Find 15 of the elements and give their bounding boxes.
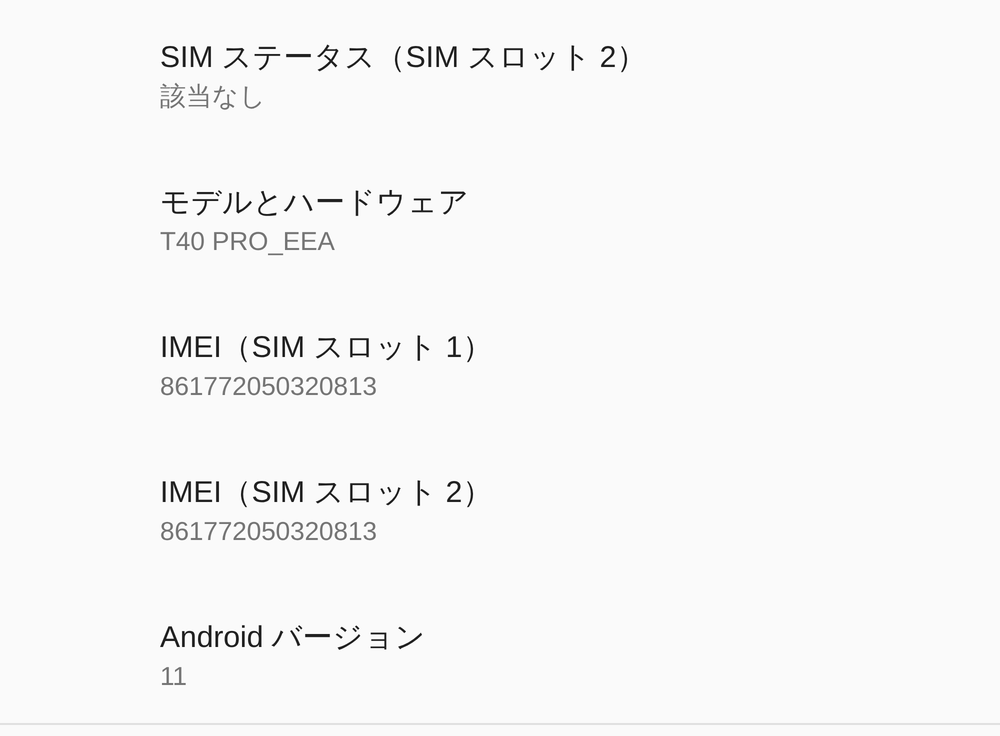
item-title: Android バージョン bbox=[160, 620, 426, 656]
settings-item[interactable]: IMEI（SIM スロット 2） 861772050320813 bbox=[0, 439, 1000, 584]
settings-item[interactable]: Android バージョン 11 bbox=[0, 584, 1000, 729]
item-summary: T40 PRO_EEA bbox=[160, 225, 335, 258]
settings-item[interactable]: SIM ステータス（SIM スロット 2） 該当なし bbox=[0, 4, 1000, 149]
item-summary: 該当なし bbox=[160, 80, 266, 113]
item-summary: 11 bbox=[160, 660, 187, 693]
item-title: IMEI（SIM スロット 2） bbox=[160, 475, 492, 511]
item-summary: 861772050320813 bbox=[160, 515, 377, 548]
settings-item[interactable]: IMEI（SIM スロット 1） 861772050320813 bbox=[0, 294, 1000, 439]
item-title: モデルとハードウェア bbox=[160, 185, 469, 221]
item-title: IMEI（SIM スロット 1） bbox=[160, 330, 492, 366]
item-summary: 861772050320813 bbox=[160, 370, 377, 403]
settings-item[interactable]: モデルとハードウェア T40 PRO_EEA bbox=[0, 149, 1000, 294]
item-title: SIM ステータス（SIM スロット 2） bbox=[160, 40, 646, 76]
